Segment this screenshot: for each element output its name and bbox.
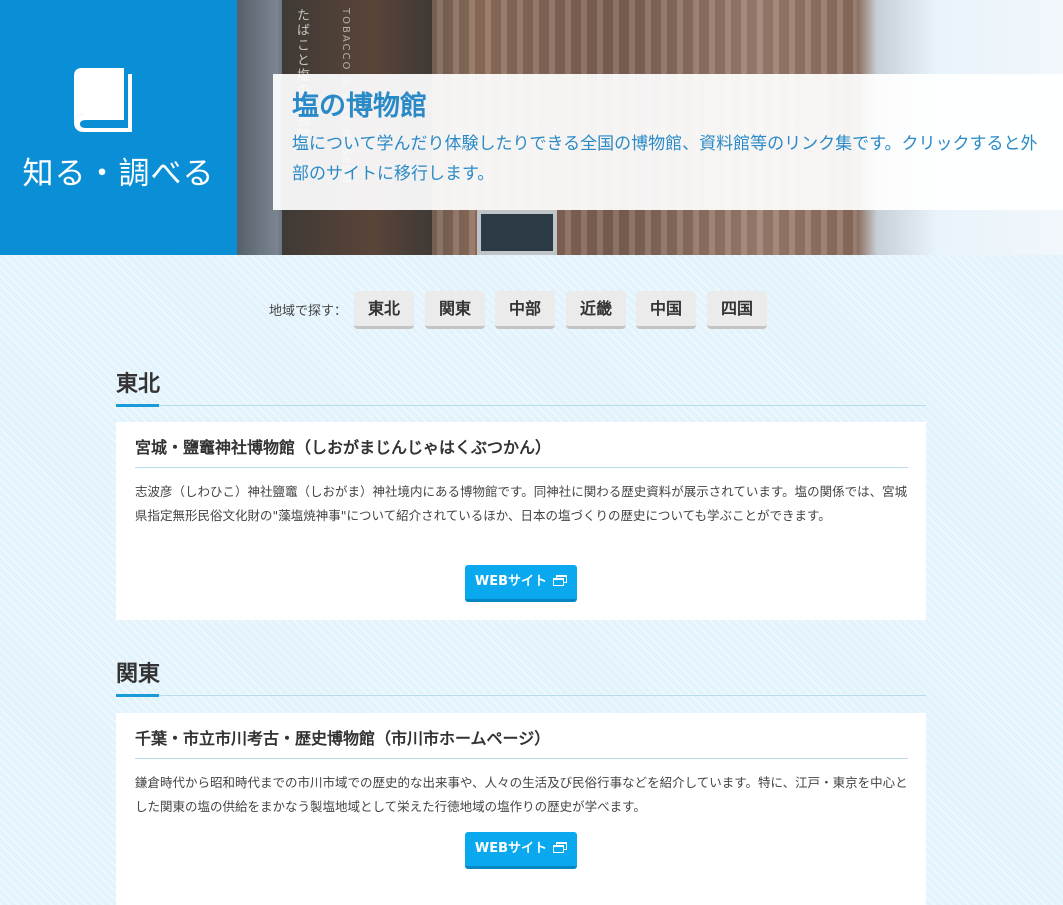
museum-card: 千葉・市立市川考古・歴史博物館（市川市ホームページ） 鎌倉時代から昭和時代までの… [116, 713, 926, 905]
section-heading-tohoku: 東北 [116, 366, 926, 407]
section-heading-text: 東北 [116, 372, 161, 397]
museum-card-description: 志波彦（しわひこ）神社鹽竈（しおがま）神社境内にある博物館です。同神社に関わる歴… [135, 484, 908, 523]
page-title: 塩の博物館 [292, 91, 427, 122]
website-button[interactable]: WEBサイト [465, 565, 577, 602]
section-heading-kanto: 関東 [116, 656, 926, 697]
region-button-kinki[interactable]: 近畿 [566, 291, 626, 329]
category-title: 知る・調べる [22, 156, 215, 192]
museum-card-title: 千葉・市立市川考古・歴史博物館（市川市ホームページ） [135, 725, 908, 759]
building-window [477, 210, 557, 255]
heading-accent-line [116, 404, 159, 407]
museum-card-title: 宮城・鹽竈神社博物館（しおがまじんじゃはくぶつかん） [135, 434, 908, 468]
region-button-chugoku[interactable]: 中国 [636, 291, 696, 329]
book-icon [74, 68, 132, 132]
external-window-icon [553, 842, 568, 853]
region-button-shikoku[interactable]: 四国 [707, 291, 767, 329]
hero-textbox: 塩の博物館 塩について学んだり体験したりできる全国の博物館、資料館等のリンク集で… [273, 74, 1063, 210]
region-button-tohoku[interactable]: 東北 [354, 291, 414, 329]
hero-banner: 知る・調べる たばこと塩の博物館 TOBACCO & SALT MUSEUM 塩… [0, 0, 1063, 255]
region-button-kanto[interactable]: 関東 [425, 291, 485, 329]
page-description: 塩について学んだり体験したりできる全国の博物館、資料館等のリンク集です。クリック… [292, 134, 1038, 184]
heading-accent-line [116, 694, 159, 697]
external-window-icon [553, 575, 568, 586]
website-button[interactable]: WEBサイト [465, 832, 577, 869]
region-nav-label: 地域で探す： [269, 304, 348, 319]
region-button-chubu[interactable]: 中部 [495, 291, 555, 329]
category-badge: 知る・調べる [0, 0, 237, 255]
region-nav: 地域で探す： 東北 関東 中部 近畿 中国 四国 [0, 291, 1063, 329]
website-button-label: WEBサイト [474, 574, 548, 589]
section-heading-text: 関東 [116, 662, 161, 687]
museum-card-description: 鎌倉時代から昭和時代までの市川市域での歴史的な出来事や、人々の生活及び民俗行事な… [135, 775, 908, 814]
museum-card: 宮城・鹽竈神社博物館（しおがまじんじゃはくぶつかん） 志波彦（しわひこ）神社鹽竈… [116, 422, 926, 620]
website-button-label: WEBサイト [474, 841, 548, 856]
